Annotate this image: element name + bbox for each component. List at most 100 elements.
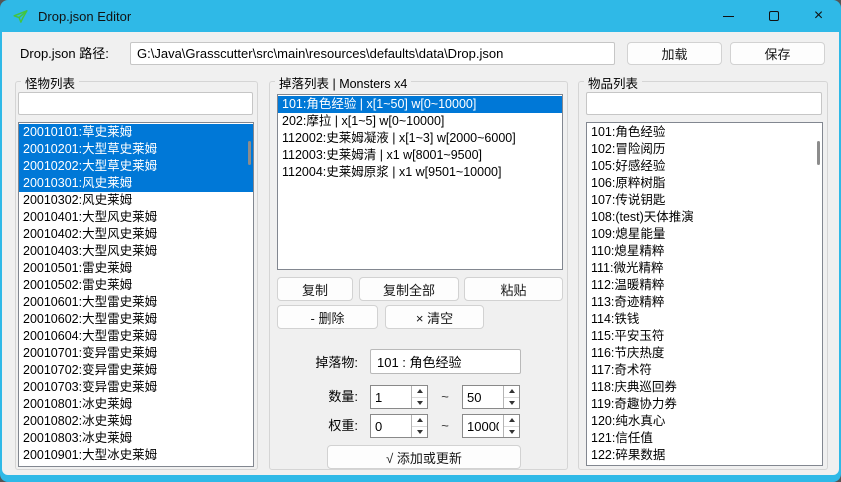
add-or-update-button[interactable]: √ 添加或更新 — [327, 445, 521, 469]
list-item[interactable]: 115:平安玉符 — [587, 328, 822, 345]
list-item[interactable]: 112002:史莱姆凝液 | x[1~3] w[2000~6000] — [278, 130, 562, 147]
maximize-button[interactable] — [751, 0, 796, 32]
minimize-icon — [723, 16, 734, 17]
spinner-down-button[interactable] — [412, 427, 427, 438]
app-icon — [12, 8, 29, 25]
list-item[interactable]: 112:温暖精粹 — [587, 277, 822, 294]
spinner-up-button[interactable] — [412, 386, 427, 398]
title-bar[interactable]: Drop.json Editor × — [0, 0, 841, 32]
list-item[interactable]: 121:信任值 — [587, 430, 822, 447]
count-range-tilde: ~ — [430, 385, 460, 409]
list-item[interactable]: 110:熄星精粹 — [587, 243, 822, 260]
path-input[interactable] — [130, 42, 615, 65]
list-item[interactable]: 20010604:大型雷史莱姆 — [19, 328, 253, 345]
list-item[interactable]: 120:纯水真心 — [587, 413, 822, 430]
load-button[interactable]: 加载 — [627, 42, 722, 65]
window-title: Drop.json Editor — [38, 9, 131, 24]
weight-max-input[interactable] — [463, 415, 503, 437]
list-item[interactable]: 20010702:变异雷史莱姆 — [19, 362, 253, 379]
list-item[interactable]: 117:奇术符 — [587, 362, 822, 379]
item-search-input[interactable] — [586, 92, 822, 115]
window-controls: × — [706, 0, 841, 32]
list-item[interactable]: 20010401:大型风史莱姆 — [19, 209, 253, 226]
item-panel-title: 物品列表 — [584, 73, 642, 92]
list-item[interactable]: 20010402:大型风史莱姆 — [19, 226, 253, 243]
list-item[interactable]: 20010302:风史莱姆 — [19, 192, 253, 209]
list-item[interactable]: 116:节庆热度 — [587, 345, 822, 362]
count-min-input[interactable] — [371, 386, 411, 408]
arrow-up-icon — [417, 389, 423, 393]
list-item[interactable]: 118:庆典巡回券 — [587, 379, 822, 396]
clear-button[interactable]: × 清空 — [385, 305, 484, 329]
item-list: 101:角色经验102:冒险阅历105:好感经验106:原粹树脂107:传说钥匙… — [587, 124, 822, 465]
item-list-scrollbar[interactable] — [817, 141, 820, 165]
stepper-arrows — [411, 415, 427, 437]
drop-item-input[interactable] — [370, 349, 521, 374]
stepper-arrows — [503, 386, 519, 408]
spinner-up-button[interactable] — [504, 386, 519, 398]
arrow-down-icon — [509, 401, 515, 405]
list-item[interactable]: 20010601:大型雷史莱姆 — [19, 294, 253, 311]
paste-button[interactable]: 粘贴 — [464, 277, 563, 301]
monster-list-scrollbar[interactable] — [248, 141, 251, 165]
list-item[interactable]: 112003:史莱姆清 | x1 w[8001~9500] — [278, 147, 562, 164]
list-item[interactable]: 20010803:冰史莱姆 — [19, 430, 253, 447]
copy-button[interactable]: 复制 — [277, 277, 353, 301]
list-item[interactable]: 122:碎果数据 — [587, 447, 822, 464]
list-item[interactable]: 20010602:大型雷史莱姆 — [19, 311, 253, 328]
list-item[interactable]: 101:角色经验 | x[1~50] w[0~10000] — [278, 96, 562, 113]
list-item[interactable]: 111:微光精粹 — [587, 260, 822, 277]
list-item[interactable]: 202:摩拉 | x[1~5] w[0~10000] — [278, 113, 562, 130]
list-item[interactable]: 106:原粹树脂 — [587, 175, 822, 192]
list-item[interactable]: 20010901:大型冰史莱姆 — [19, 447, 253, 464]
list-item[interactable]: 20010703:变异雷史莱姆 — [19, 379, 253, 396]
monster-listbox: 20010101:草史莱姆20010201:大型草史莱姆20010202:大型草… — [18, 122, 254, 467]
list-item[interactable]: 20010301:风史莱姆 — [19, 175, 253, 192]
weight-min-input[interactable] — [371, 415, 411, 437]
spinner-up-button[interactable] — [412, 415, 427, 427]
save-button[interactable]: 保存 — [730, 42, 825, 65]
list-item[interactable]: 20010502:雷史莱姆 — [19, 277, 253, 294]
minimize-button[interactable] — [706, 0, 751, 32]
spinner-down-button[interactable] — [504, 398, 519, 409]
count-max-input[interactable] — [463, 386, 503, 408]
list-item[interactable]: 20010801:冰史莱姆 — [19, 396, 253, 413]
list-item[interactable]: 20010201:大型草史莱姆 — [19, 141, 253, 158]
list-item[interactable]: 101:角色经验 — [587, 124, 822, 141]
list-item[interactable]: 20010802:冰史莱姆 — [19, 413, 253, 430]
list-item[interactable]: 108:(test)天体推演 — [587, 209, 822, 226]
list-item[interactable]: 20010701:变异雷史莱姆 — [19, 345, 253, 362]
delete-button[interactable]: - 删除 — [277, 305, 378, 329]
list-item[interactable]: 119:奇趣协力券 — [587, 396, 822, 413]
list-item[interactable]: 114:铁钱 — [587, 311, 822, 328]
spinner-down-button[interactable] — [504, 427, 519, 438]
monster-search-input[interactable] — [18, 92, 253, 115]
drop-listbox: 101:角色经验 | x[1~50] w[0~10000]202:摩拉 | x[… — [277, 94, 563, 270]
list-item[interactable]: 105:好感经验 — [587, 158, 822, 175]
drop-item-label: 掉落物: — [290, 350, 358, 375]
close-icon: × — [814, 8, 823, 24]
list-item[interactable]: 102:冒险阅历 — [587, 141, 822, 158]
maximize-icon — [769, 11, 779, 21]
list-item[interactable]: 20010403:大型风史莱姆 — [19, 243, 253, 260]
client-area: Drop.json 路径: 加载 保存 怪物列表 20010101:草史莱姆20… — [2, 32, 839, 475]
spinner-up-button[interactable] — [504, 415, 519, 427]
list-item[interactable]: 20010501:雷史莱姆 — [19, 260, 253, 277]
monster-list: 20010101:草史莱姆20010201:大型草史莱姆20010202:大型草… — [19, 124, 253, 466]
close-button[interactable]: × — [796, 0, 841, 32]
count-max-stepper[interactable] — [462, 385, 520, 409]
copy-all-button[interactable]: 复制全部 — [359, 277, 459, 301]
arrow-down-icon — [509, 430, 515, 434]
count-min-stepper[interactable] — [370, 385, 428, 409]
list-item[interactable]: 20010202:大型草史莱姆 — [19, 158, 253, 175]
list-item[interactable]: 109:熄星能量 — [587, 226, 822, 243]
list-item[interactable]: 112004:史莱姆原浆 | x1 w[9501~10000] — [278, 164, 562, 181]
weight-max-stepper[interactable] — [462, 414, 520, 438]
spinner-down-button[interactable] — [412, 398, 427, 409]
arrow-up-icon — [509, 389, 515, 393]
list-item[interactable]: 107:传说钥匙 — [587, 192, 822, 209]
list-item[interactable]: 113:奇迹精粹 — [587, 294, 822, 311]
weight-min-stepper[interactable] — [370, 414, 428, 438]
stepper-arrows — [503, 415, 519, 437]
list-item[interactable]: 20010101:草史莱姆 — [19, 124, 253, 141]
